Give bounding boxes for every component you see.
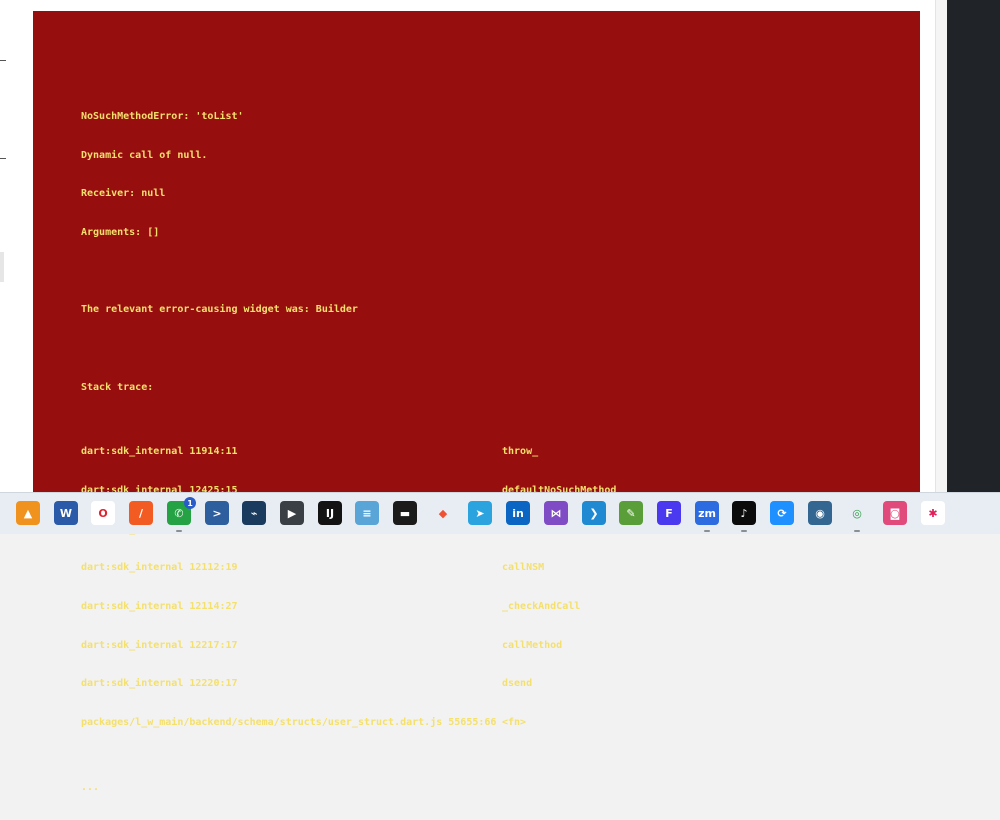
error-arguments-line: Arguments: [] [81,226,160,238]
taskbar-glyph: ⌁ [250,506,258,520]
vscode-icon[interactable]: ❯ [582,501,606,525]
running-indicator [854,530,860,532]
stack-trace-row: dart:sdk_internal 12112:19 callNSM [81,562,544,575]
stack-trace-ellipsis: ... [81,781,100,793]
chrome-icon[interactable]: ◎ [845,501,869,532]
flutter-error-screen: NoSuchMethodError: 'toList' Dynamic call… [33,11,920,793]
running-indicator [741,530,747,532]
trace-location: dart:sdk_internal 12114:27 [81,601,238,613]
taskbar-glyph: ▬ [399,506,411,520]
error-title: NoSuchMethodError: 'toList' [81,110,244,122]
taskbar-glyph: ≡ [362,506,372,520]
notepad-icon[interactable]: ≡ [355,501,379,525]
trace-location: dart:sdk_internal 12220:17 [81,678,238,690]
sync-icon[interactable]: ⟳ [770,501,794,525]
taskbar-glyph: / [138,506,144,520]
sidebar-tab-handle[interactable] [0,252,4,282]
left-sidebar-strip [0,0,15,492]
stack-trace-row: dart:sdk_internal 12220:17 dsend [81,678,532,691]
stack-trace-row: dart:sdk_internal 12217:17 callMethod [81,639,562,653]
file-manager-icon[interactable]: ▲ [16,501,40,525]
sidebar-tick [0,60,6,61]
taskbar-glyph: W [59,506,73,520]
telegram-icon[interactable]: ➤ [468,501,492,525]
linkedin-icon[interactable]: in [506,501,530,525]
trace-function: dsend [502,678,533,690]
trace-function: callMethod [502,639,563,651]
trace-location: dart:sdk_internal 12217:17 [81,639,238,651]
error-detail-line: Dynamic call of null. [81,149,208,161]
jetbrains-icon[interactable]: IJ [318,501,342,525]
trace-location: packages/l_w_main/backend/schema/structs… [81,717,497,729]
taskbar-glyph: > [212,506,222,520]
taskbar-glyph: ◙ [889,506,901,520]
zoom-icon[interactable]: zm [695,501,719,532]
taskbar-glyph: IJ [325,506,335,520]
postgres-icon[interactable]: ◉ [808,501,832,525]
camera-app-icon[interactable]: ◙ [883,501,907,525]
error-widget-line: The relevant error-causing widget was: B… [81,304,358,316]
taskbar-glyph: ◆ [438,506,448,520]
taskbar-glyph: ♪ [740,506,748,520]
tiktok-icon[interactable]: ♪ [732,501,756,532]
opera-icon[interactable]: O [91,501,115,525]
taskbar-glyph: F [665,506,673,520]
taskbar-glyph: zm [698,506,716,520]
git-icon[interactable]: ◆ [431,501,455,525]
trace-location: dart:sdk_internal 12112:19 [81,562,238,574]
taskbar-glyph: ◎ [852,506,862,520]
trace-function: throw_ [502,446,539,458]
windows-taskbar: ▲ W O / ✆ 1 > ⌁ ▶ IJ ≡ ▬ ◆ ➤ in ⋈ ❯ ✎ Fzm ♪ ⟳ ◉ ◎ ◙ ✱ [0,492,1000,534]
trace-location: dart:sdk_internal 11914:11 [81,446,238,458]
sql-tool-icon[interactable]: ⌁ [242,501,266,525]
visual-studio-icon[interactable]: ⋈ [544,501,568,525]
right-side-panel [947,0,1000,492]
powershell-icon[interactable]: > [205,501,229,525]
taskbar-glyph: in [512,506,524,520]
sidebar-tick [0,158,6,159]
terminal-icon[interactable]: ▶ [280,501,304,525]
console-icon[interactable]: ▬ [393,501,417,525]
stack-trace-row: dart:sdk_internal 12114:27 _checkAndCall [81,601,580,614]
taskbar-glyph: ➤ [475,506,485,520]
running-indicator [176,530,182,532]
taskbar-glyph: ✆ [174,506,184,520]
trace-function: <fn> [502,717,527,729]
flutterflow-icon[interactable]: F [657,501,681,525]
taskbar-glyph: ✎ [626,506,636,520]
error-message: NoSuchMethodError: 'toList' Dynamic call… [81,85,616,820]
word-icon[interactable]: W [54,501,78,525]
trace-function: _checkAndCall [502,601,581,613]
stack-trace-title: Stack trace: [81,381,154,393]
notification-badge: 1 [184,497,196,509]
brave-icon[interactable]: / [129,501,153,525]
taskbar-glyph: ▲ [23,506,33,520]
trace-function: callNSM [502,562,545,574]
taskbar-glyph: ◉ [815,506,825,520]
stack-trace-row: dart:sdk_internal 11914:11 throw_ [81,446,538,459]
taskbar-glyph: ⋈ [550,506,562,520]
taskbar-glyph: ✱ [928,506,938,520]
taskbar-glyph: ▶ [287,506,297,520]
stack-trace-list: dart:sdk_internal 11914:11 throw_ dart:sd… [81,420,616,755]
running-indicator [704,530,710,532]
stack-trace-row: packages/l_w_main/backend/schema/structs… [81,717,526,730]
taskbar-glyph: O [98,506,108,520]
vertical-scrollbar[interactable] [935,0,947,492]
editor-icon[interactable]: ✎ [619,501,643,525]
error-receiver-line: Receiver: null [81,188,166,200]
taskbar-glyph: ❯ [589,506,599,520]
whatsapp-icon[interactable]: ✆ 1 [167,497,196,532]
taskbar-glyph: ⟳ [777,506,787,520]
slack-icon[interactable]: ✱ [921,501,945,525]
